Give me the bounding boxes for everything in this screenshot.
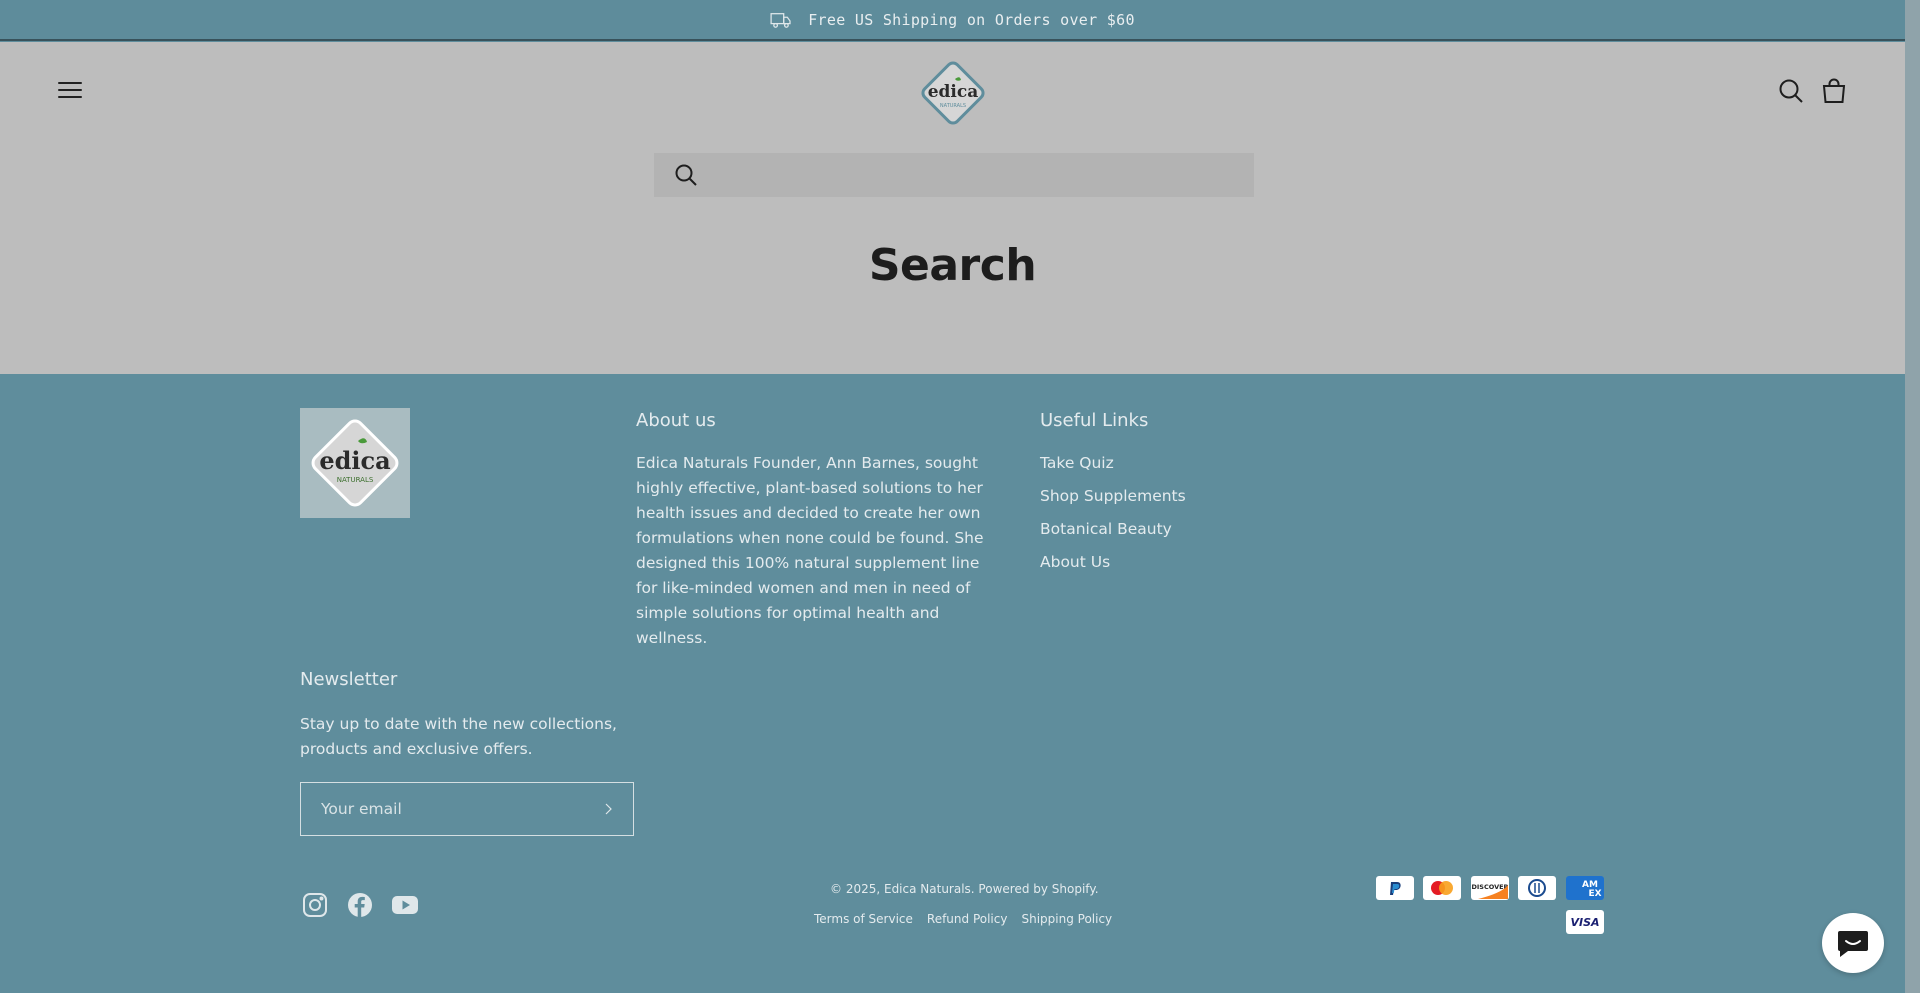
scrollbar[interactable] bbox=[1905, 0, 1920, 993]
link-shop-supplements[interactable]: Shop Supplements bbox=[1040, 487, 1186, 520]
chat-icon bbox=[1838, 931, 1868, 957]
copyright: © 2025, Edica Naturals. Powered by Shopi… bbox=[830, 882, 1099, 896]
newsletter-form bbox=[300, 782, 634, 836]
newsletter-text: Stay up to date with the new collections… bbox=[300, 715, 617, 758]
visa-icon: VISA bbox=[1566, 910, 1604, 934]
facebook-icon[interactable] bbox=[347, 892, 373, 918]
chat-button[interactable] bbox=[1822, 913, 1884, 973]
policy-links: Terms of Service Refund Policy Shipping … bbox=[814, 912, 1112, 926]
logo-text: edica bbox=[928, 82, 979, 102]
footer-logo-text: edica bbox=[319, 446, 390, 475]
about-heading: About us bbox=[636, 410, 716, 431]
diners-club-icon bbox=[1518, 876, 1556, 900]
footer-logo[interactable]: edica NATURALS bbox=[300, 408, 410, 518]
svg-text:EX: EX bbox=[1588, 889, 1601, 899]
useful-links-list: Take Quiz Shop Supplements Botanical Bea… bbox=[1040, 454, 1186, 586]
youtube-icon[interactable] bbox=[392, 892, 418, 918]
announcement-text: Free US Shipping on Orders over $60 bbox=[808, 10, 1135, 29]
newsletter-heading: Newsletter bbox=[300, 669, 398, 690]
site-logo[interactable]: edica NATURALS bbox=[916, 56, 990, 130]
link-take-quiz[interactable]: Take Quiz bbox=[1040, 454, 1186, 487]
search-icon[interactable] bbox=[674, 163, 698, 187]
useful-links-heading: Useful Links bbox=[1040, 410, 1149, 431]
link-botanical-beauty[interactable]: Botanical Beauty bbox=[1040, 520, 1186, 553]
page-title: Search bbox=[868, 240, 1037, 291]
footer: edica NATURALS About us Edica Naturals F… bbox=[0, 374, 1905, 993]
search-bar bbox=[654, 153, 1254, 197]
refund-policy-link[interactable]: Refund Policy bbox=[927, 912, 1008, 926]
about-text: Edica Naturals Founder, Ann Barnes, soug… bbox=[636, 454, 984, 647]
logo-subtext: NATURALS bbox=[940, 103, 966, 109]
discover-icon: DISCOVER bbox=[1471, 876, 1509, 900]
search-input[interactable] bbox=[710, 153, 1254, 197]
hamburger-menu-icon[interactable] bbox=[58, 82, 82, 100]
link-about-us[interactable]: About Us bbox=[1040, 553, 1186, 586]
shipping-policy-link[interactable]: Shipping Policy bbox=[1021, 912, 1112, 926]
truck-icon bbox=[770, 12, 791, 28]
chevron-right-icon[interactable] bbox=[603, 803, 613, 815]
instagram-icon[interactable] bbox=[302, 892, 328, 918]
shopping-bag-icon[interactable] bbox=[1821, 78, 1847, 104]
footer-logo-subtext: NATURALS bbox=[337, 476, 374, 484]
email-field[interactable] bbox=[321, 800, 603, 818]
mastercard-icon bbox=[1423, 876, 1461, 900]
terms-of-service-link[interactable]: Terms of Service bbox=[814, 912, 913, 926]
announcement-bar: Free US Shipping on Orders over $60 bbox=[0, 0, 1905, 41]
svg-text:VISA: VISA bbox=[1570, 916, 1599, 929]
search-icon[interactable] bbox=[1778, 78, 1804, 104]
paypal-icon bbox=[1376, 876, 1414, 900]
american-express-icon: AM EX bbox=[1566, 876, 1604, 900]
